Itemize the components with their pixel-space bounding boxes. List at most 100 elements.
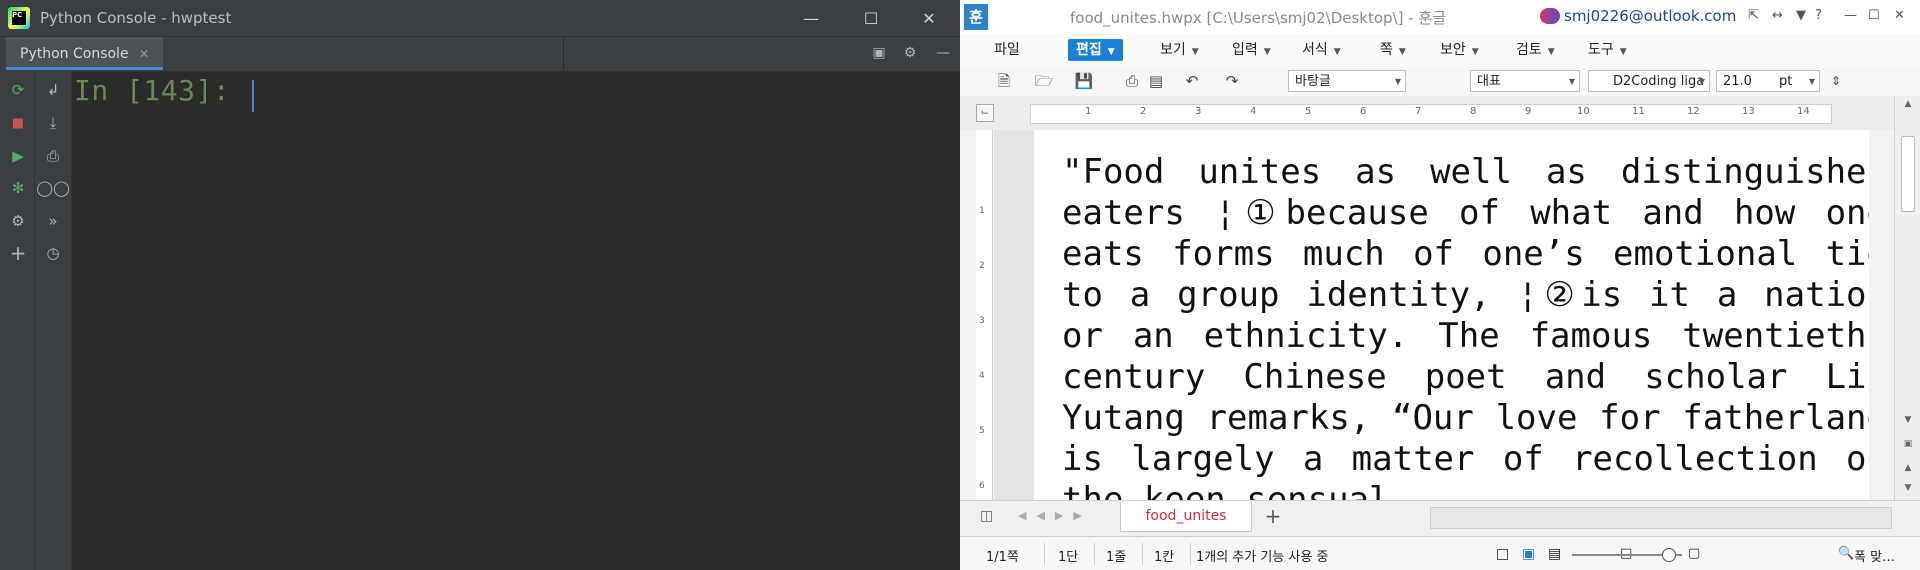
prev-page-icon[interactable]: ▲ [1899, 460, 1917, 476]
console-toolbar-secondary: ↲ ⤓ ⎙ ◯◯ » ◷ [35, 70, 72, 570]
page-view-icon[interactable]: ▣ [1522, 546, 1535, 562]
layout-view-icon[interactable]: ▤ [1548, 546, 1561, 562]
menu-insert[interactable]: 입력 ▼ [1232, 39, 1271, 61]
close-button[interactable]: ✕ [906, 0, 952, 36]
style-select[interactable]: 바탕글 ▼ [1288, 70, 1406, 92]
print-icon[interactable]: ⎙ [41, 144, 65, 168]
menu-tools[interactable]: 도구 ▼ [1588, 39, 1627, 61]
menu-edit[interactable]: 편집 ▼ [1068, 39, 1123, 61]
stop-icon[interactable]: ■ [6, 111, 30, 135]
menu-file[interactable]: 파일 [994, 39, 1020, 61]
execute-icon[interactable]: » [41, 209, 65, 233]
help-icon[interactable]: ? [1815, 8, 1822, 23]
pycharm-title-bar: PC Python Console - hwptest — ☐ ✕ [0, 0, 960, 36]
split-view-icon[interactable]: ↔ [1772, 8, 1783, 23]
chevron-down-icon: ▼ [1398, 47, 1406, 57]
show-variables-icon[interactable]: ◯◯ [36, 176, 70, 200]
next-page-icon[interactable]: ▼ [1899, 480, 1917, 496]
scroll-up-icon[interactable]: ▲ [1899, 96, 1917, 112]
rerun-icon[interactable]: ⟳ [6, 78, 30, 102]
console-prompt: In [143]: [74, 74, 231, 107]
status-page: 1/1쪽 [986, 550, 1019, 565]
add-tab-button[interactable]: + [1260, 505, 1286, 527]
ruler-corner-icon[interactable]: ⌙ [976, 104, 994, 122]
menu-security[interactable]: 보안 ▼ [1440, 39, 1479, 61]
ruler-number: 7 [1415, 106, 1422, 117]
chevron-down-icon: ▼ [1547, 47, 1555, 57]
chevron-down-icon: ▼ [1808, 77, 1815, 86]
document-canvas[interactable]: "Food unites as well as distinguishes ea… [994, 130, 1869, 500]
vertical-scrollbar[interactable]: ▲ ▼ ▣ ▲ ▼ [1894, 96, 1920, 500]
menu-view[interactable]: 보기 ▼ [1160, 39, 1199, 61]
close-tab-icon[interactable]: ✕ [139, 47, 149, 61]
menu-page[interactable]: 쪽 ▼ [1380, 39, 1406, 61]
console-tab-bar: Python Console ✕ [0, 36, 960, 72]
document-body-text[interactable]: "Food unites as well as distinguishes ea… [1062, 152, 1869, 500]
layout-icon[interactable]: ▣ [870, 44, 888, 62]
hide-panel-icon[interactable]: — [934, 44, 952, 62]
scrollbar-thumb[interactable] [1901, 136, 1915, 212]
hwp-document-title: food_unites.hwpx [C:\Users\smj02\Desktop… [1070, 9, 1447, 27]
vruler-number: 1 [979, 206, 985, 216]
zoom-in-icon[interactable]: ▢ [1688, 546, 1700, 561]
chevron-down-icon: ▼ [1698, 77, 1705, 86]
hwp-maximize-button[interactable]: ☐ [1868, 8, 1880, 23]
menu-review[interactable]: 검토 ▼ [1516, 39, 1555, 61]
font-size-stepper[interactable]: ⇕ [1826, 71, 1846, 91]
zoom-label[interactable]: 폭 맞… [1854, 546, 1895, 565]
vruler-number: 4 [979, 371, 985, 381]
soft-wrap-icon[interactable]: ↲ [41, 78, 65, 102]
redo-icon[interactable]: ↷ [1222, 71, 1242, 91]
menu-format[interactable]: 서식 ▼ [1302, 39, 1341, 61]
save-icon[interactable]: 💾 [1074, 71, 1094, 91]
vruler-number: 6 [979, 481, 985, 491]
tab-python-console[interactable]: Python Console ✕ [6, 37, 164, 70]
zoom-search-icon[interactable]: 🔍 [1838, 546, 1854, 561]
debug-icon[interactable]: ✻ [6, 176, 30, 200]
font-size-input[interactable]: 21.0 pt ▼ [1716, 70, 1820, 92]
ruler-number: 10 [1577, 106, 1590, 117]
zoom-slider-thumb[interactable] [1662, 548, 1676, 562]
scroll-down-icon[interactable]: ▼ [1899, 412, 1917, 428]
horizontal-scrollbar[interactable] [1430, 507, 1892, 529]
sheet-tab-label: food_unites [1145, 508, 1227, 524]
console-input-caret[interactable] [252, 80, 254, 112]
chevron-down-icon: ▼ [1263, 47, 1271, 57]
tab-navigation-icon[interactable]: ◀◀▶▶ [1018, 509, 1092, 522]
gear-icon[interactable]: ⚙ [901, 44, 919, 62]
paragraph-select[interactable]: 대표 ▼ [1470, 70, 1580, 92]
pycharm-window-title: Python Console - hwptest [40, 9, 232, 27]
sheet-tab-food-unites[interactable]: food_unites [1120, 501, 1252, 532]
menu-view-label: 보기 [1160, 42, 1186, 58]
hwp-minimize-button[interactable]: — [1844, 8, 1857, 23]
new-document-icon[interactable]: 🗎 [994, 71, 1014, 91]
fullscreen-icon[interactable]: ⇱ [1748, 8, 1759, 23]
maximize-button[interactable]: ☐ [848, 0, 894, 36]
document-page[interactable]: "Food unites as well as distinguishes ea… [1034, 130, 1869, 500]
normal-view-icon[interactable]: □ [1496, 546, 1509, 562]
ruler-number: 14 [1797, 106, 1810, 117]
add-icon[interactable]: + [6, 241, 30, 265]
user-account[interactable]: smj0226@outlook.com [1540, 6, 1736, 26]
tab-list-icon[interactable]: ◫ [980, 508, 993, 524]
font-select[interactable]: D2Coding liga ▼ [1588, 70, 1710, 92]
settings-icon[interactable]: ⚙ [6, 209, 30, 233]
page-view-icon[interactable]: ▣ [1899, 436, 1917, 452]
open-folder-icon[interactable]: 🗁 [1034, 71, 1054, 91]
scroll-to-end-icon[interactable]: ⤓ [41, 111, 65, 135]
tab-bar-divider [563, 36, 564, 70]
chevron-down-icon: ▼ [1333, 47, 1341, 57]
dropdown-icon[interactable]: ▼ [1796, 8, 1806, 23]
menu-format-label: 서식 [1302, 42, 1328, 58]
preview-icon[interactable]: ▤ [1146, 71, 1166, 91]
hwp-close-button[interactable]: ✕ [1894, 8, 1905, 23]
undo-icon[interactable]: ↶ [1182, 71, 1202, 91]
menu-security-label: 보안 [1440, 42, 1466, 58]
chevron-down-icon: ▼ [1619, 47, 1627, 57]
run-icon[interactable]: ▶ [6, 144, 30, 168]
vruler-number: 3 [979, 316, 985, 326]
history-icon[interactable]: ◷ [41, 241, 65, 265]
minimize-button[interactable]: — [788, 0, 834, 36]
print-icon[interactable]: ⎙ [1122, 71, 1142, 91]
add-icon: + [1264, 504, 1282, 528]
